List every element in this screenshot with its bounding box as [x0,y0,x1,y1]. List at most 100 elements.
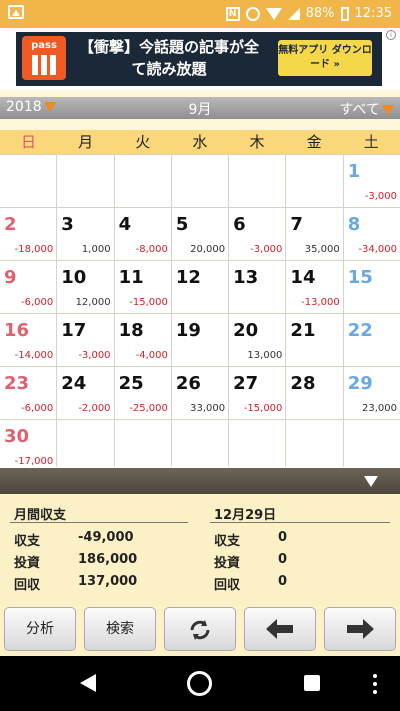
calendar-day-cell[interactable]: 29 23,000 [343,367,400,419]
calendar-day-cell[interactable]: 25 -25,000 [114,367,171,419]
day-number: 23 [4,373,30,394]
calendar-day-cell[interactable]: 7 35,000 [286,208,343,260]
day-number: 9 [4,267,17,288]
calendar-day-cell[interactable]: 23 -6,000 [0,367,57,419]
calendar-day-cell[interactable]: 8 -34,000 [343,208,400,260]
refresh-icon [190,620,210,640]
calendar-day-cell[interactable]: 3 1,000 [57,208,114,260]
calendar-empty-cell [229,155,286,207]
day-number: 4 [118,214,132,235]
ad-info-icon[interactable]: i [386,30,396,40]
refresh-button[interactable] [164,607,236,651]
calendar-day-cell[interactable]: 24 -2,000 [57,367,114,419]
back-icon[interactable] [80,674,96,692]
day-amount: 13,000 [247,350,283,361]
calendar-day-cell[interactable]: 6 -3,000 [229,208,286,260]
recent-apps-icon[interactable] [304,675,320,691]
day-amount: -3,000 [250,244,283,255]
ad-banner[interactable]: pass 【衝撃】今話題の記事が全て読み放題 無料アプリ ダウンロード » i [0,28,400,90]
day-number: 30 [4,426,30,447]
calendar-day-cell[interactable]: 4 -8,000 [114,208,171,260]
summary-panel: 月間収支 12月29日 収支 -49,000 投資 186,000 回収 137… [0,494,400,600]
ad-logo-text: pass [31,40,57,51]
calendar-day-cell[interactable]: 27 -15,000 [229,367,286,419]
day-number: 3 [61,214,74,235]
calendar-day-cell[interactable]: 9 -6,000 [0,261,57,313]
ad-download-button[interactable]: 無料アプリ ダウンロード » [278,40,372,76]
day-number: 14 [290,267,316,288]
calendar-empty-cell [57,420,114,472]
calendar-empty-cell [229,420,286,472]
day-number: 29 [347,373,373,394]
monthly-return-label: 回収 [14,578,41,593]
more-options-icon[interactable] [372,674,378,694]
calendar-day-cell[interactable]: 20 13,000 [229,314,286,366]
daily-return-label: 回収 [214,578,241,593]
ad-content[interactable]: pass 【衝撃】今話題の記事が全て読み放題 無料アプリ ダウンロード » [16,32,382,86]
battery-icon [340,6,349,21]
day-number: 5 [175,214,189,235]
search-button[interactable]: 検索 [84,607,156,651]
filter-selector[interactable]: すべて [340,99,394,119]
calendar-grid: 1 -3,000 2 -18,000 3 1,000 4 -8,000 5 20,000 6 -3,0… [0,154,400,472]
calendar-day-cell[interactable]: 2 -18,000 [0,208,57,260]
cell-signal-icon [287,7,300,20]
day-number: 27 [233,373,259,394]
day-number: 17 [61,320,87,341]
calendar-day-cell[interactable]: 5 20,000 [171,208,229,260]
analysis-button[interactable]: 分析 [4,607,76,651]
calendar-day-cell[interactable]: 21 [286,314,343,366]
day-number: 16 [4,320,30,341]
summary-toggle-bar[interactable] [0,468,400,494]
calendar-empty-cell [286,420,343,472]
calendar-day-cell[interactable]: 11 -15,000 [114,261,171,313]
day-amount: -25,000 [129,403,168,414]
weekday-sun: 日 [21,133,37,151]
weekday-thu: 木 [249,133,265,151]
ad-logo-bars-icon [32,55,56,75]
calendar-day-cell[interactable]: 10 12,000 [57,261,114,313]
month-navigation-bar: 2018 9月 すべて [0,97,400,119]
year-dropdown-icon [43,102,56,112]
day-number: 25 [118,373,144,394]
previous-month-button[interactable] [244,607,316,651]
calendar-day-cell[interactable]: 12 [171,261,229,313]
day-amount: 23,000 [361,403,397,414]
system-navigation-bar [0,656,400,711]
calendar-empty-cell [114,420,171,472]
calendar-day-cell[interactable]: 22 [343,314,400,366]
calendar-day-cell[interactable]: 30 -17,000 [0,420,57,472]
calendar-day-cell[interactable]: 15 [343,261,400,313]
calendar-day-cell[interactable]: 17 -3,000 [57,314,114,366]
filter-label: すべて [339,102,380,118]
calendar-day-cell[interactable]: 14 -13,000 [286,261,343,313]
home-icon[interactable] [187,671,212,696]
nfc-icon: N [225,6,240,21]
next-month-button[interactable] [324,607,396,651]
day-amount: -15,000 [129,297,168,308]
calendar-day-cell[interactable]: 16 -14,000 [0,314,57,366]
calendar-day-cell[interactable]: 28 [286,367,343,419]
monthly-return-value: 137,000 [78,574,138,589]
daily-balance-value: 0 [278,530,288,545]
calendar-day-cell[interactable]: 13 [229,261,286,313]
day-number: 15 [347,267,373,288]
day-number: 8 [347,214,361,235]
calendar-empty-cell [171,420,229,472]
day-amount: -3,000 [364,191,397,202]
daily-invest-label: 投資 [214,556,241,571]
collapse-arrow-icon[interactable] [364,476,378,487]
year-selector[interactable]: 2018 [6,99,56,115]
calendar-day-cell[interactable]: 18 -4,000 [114,314,171,366]
monthly-balance-label: 収支 [14,534,41,549]
calendar-day-cell[interactable]: 26 33,000 [171,367,229,419]
year-label: 2018 [6,99,42,115]
daily-divider [210,522,390,523]
day-amount: -4,000 [135,350,168,361]
calendar-empty-cell [171,155,229,207]
monthly-balance-value: -49,000 [78,530,134,545]
day-amount: -34,000 [358,244,397,255]
calendar-day-cell[interactable]: 19 [171,314,229,366]
day-number: 18 [118,320,144,341]
calendar-day-cell[interactable]: 1 -3,000 [343,155,400,207]
